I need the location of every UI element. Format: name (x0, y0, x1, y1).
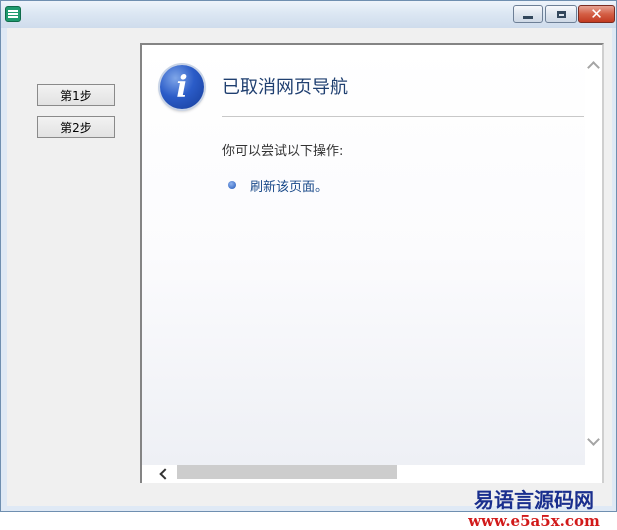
vertical-scrollbar[interactable] (585, 45, 602, 465)
minimize-icon (523, 15, 533, 19)
step-1-button[interactable]: 第1步 (37, 84, 115, 106)
watermark-url: www.e5a5x.com (468, 512, 600, 530)
divider (222, 116, 584, 117)
watermark-title: 易语言源码网 (474, 488, 594, 512)
client-area: 第1步 第2步 i 已取消网页导航 你可以尝试以下操作: 刷新该页面。 易语言源… (7, 28, 612, 530)
close-button[interactable]: ✕ (578, 5, 615, 23)
title-bar[interactable]: ✕ (1, 1, 616, 28)
main-window: ✕ 第1步 第2步 i 已取消网页导航 你可以尝试以下操作: 刷新该页面。 易语… (0, 0, 617, 530)
horizontal-scroll-thumb[interactable] (177, 465, 397, 479)
minimize-button[interactable] (513, 5, 543, 23)
error-page: i 已取消网页导航 你可以尝试以下操作: 刷新该页面。 (142, 45, 585, 465)
scroll-down-icon[interactable] (587, 433, 600, 446)
maximize-button[interactable] (545, 5, 577, 23)
web-browser-control[interactable]: i 已取消网页导航 你可以尝试以下操作: 刷新该页面。 (140, 43, 604, 483)
close-icon: ✕ (590, 4, 603, 23)
watermark: 易语言源码网 www.e5a5x.com (459, 488, 609, 530)
step-2-button[interactable]: 第2步 (37, 116, 115, 138)
scroll-left-icon[interactable] (159, 468, 171, 480)
horizontal-scrollbar[interactable] (142, 465, 602, 483)
bullet-icon (228, 181, 236, 189)
scroll-up-icon[interactable] (587, 61, 600, 74)
app-icon[interactable] (5, 6, 21, 22)
info-icon: i (160, 65, 204, 109)
page-title: 已取消网页导航 (222, 77, 348, 98)
suggestion-heading: 你可以尝试以下操作: (222, 144, 344, 159)
maximize-icon (556, 10, 566, 18)
scrollbar-corner (585, 465, 602, 483)
refresh-page-link[interactable]: 刷新该页面。 (250, 176, 328, 195)
